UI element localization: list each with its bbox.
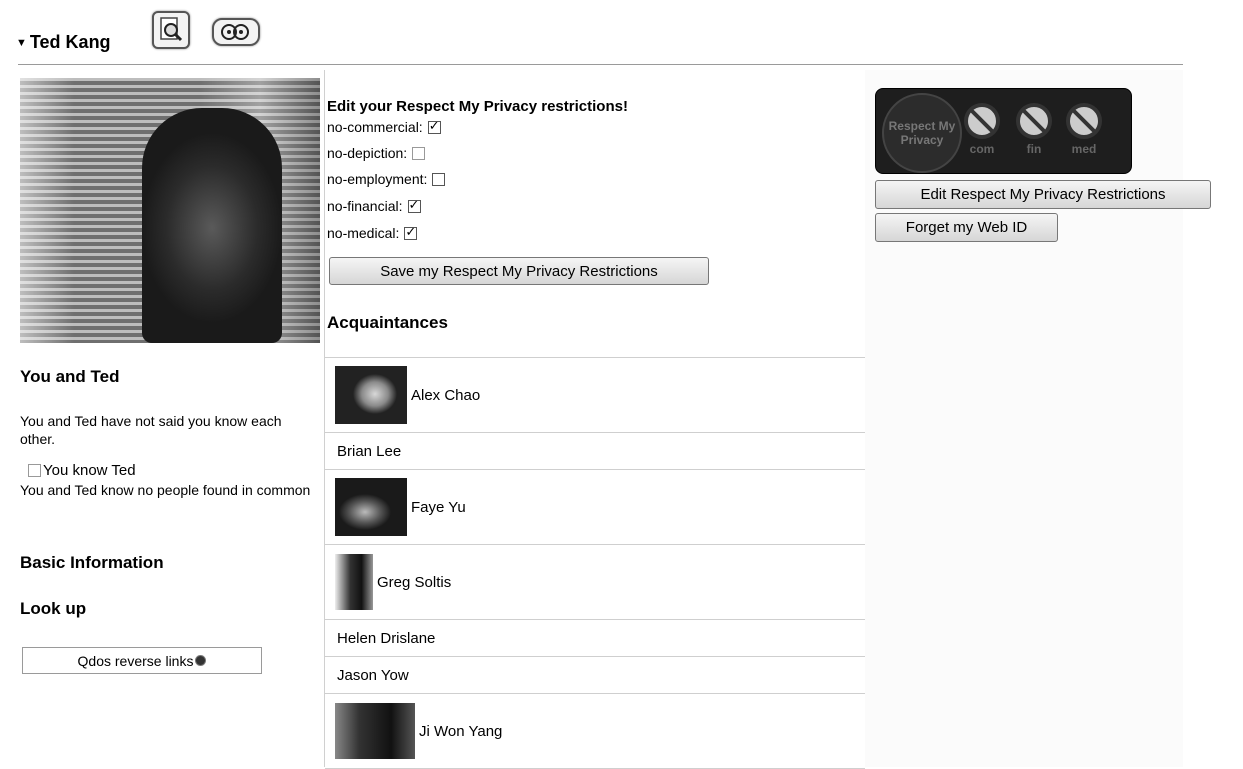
qdos-label: Qdos reverse links [77, 652, 194, 669]
collapse-triangle-icon[interactable]: ▼ [16, 37, 27, 49]
badge-symbol-label: med [1071, 142, 1097, 156]
header-divider [18, 64, 1183, 65]
you-know-row: You know Ted [28, 462, 136, 479]
restriction-label: no-depiction: [327, 145, 408, 161]
forget-web-id-button[interactable]: Forget my Web ID [875, 213, 1058, 242]
no-commercial-icon: com [960, 101, 1004, 156]
no-commercial-checkbox[interactable] [427, 119, 441, 135]
save-privacy-button[interactable]: Save my Respect My Privacy Restrictions [329, 257, 709, 285]
common-people-text: You and Ted know no people found in comm… [20, 482, 311, 498]
profile-title[interactable]: ▼ Ted Kang [16, 32, 111, 53]
acquaintance-name[interactable]: Greg Soltis [377, 574, 451, 591]
you-and-ted-heading: You and Ted [20, 367, 120, 386]
acquaintance-list: Alex Chao Brian Lee Faye Yu Greg Soltis … [325, 357, 865, 769]
magnifier-document-icon[interactable] [152, 11, 190, 49]
no-medical-icon: med [1062, 101, 1106, 156]
foaf-icon[interactable] [212, 18, 260, 46]
acquaintance-name[interactable]: Faye Yu [411, 499, 466, 516]
acquaintance-item[interactable]: Ji Won Yang [325, 694, 865, 769]
no-financial-icon: fin [1012, 101, 1056, 156]
badge-symbol-label: fin [1026, 142, 1042, 156]
no-medical-checkbox[interactable] [404, 225, 418, 241]
you-know-checkbox[interactable] [28, 464, 41, 477]
respect-my-privacy-badge: Respect My Privacy com fin med [875, 88, 1132, 174]
privacy-heading: Edit your Respect My Privacy restriction… [327, 98, 628, 115]
restriction-row: no-depiction: [327, 145, 426, 161]
no-employment-checkbox[interactable] [432, 173, 446, 186]
badge-symbol-label: com [969, 142, 995, 156]
basic-information-heading[interactable]: Basic Information [20, 553, 164, 573]
right-panel-background [865, 70, 1183, 767]
restriction-row: no-medical: [327, 225, 418, 241]
acquaintance-photo[interactable] [335, 703, 415, 759]
acquaintance-item[interactable]: Alex Chao [325, 358, 865, 433]
acquaintance-item[interactable]: Jason Yow [325, 657, 865, 694]
respect-my-privacy-logo: Respect My Privacy [882, 93, 962, 173]
acquaintance-item[interactable]: Brian Lee [325, 433, 865, 470]
person-name: Ted Kang [29, 32, 111, 52]
profile-header: ▼ Ted Kang [0, 0, 1243, 70]
acquaintance-item[interactable]: Helen Drislane [325, 620, 865, 657]
restriction-row: no-commercial: [327, 119, 441, 135]
restriction-label: no-employment: [327, 171, 428, 187]
acquaintance-photo[interactable] [335, 554, 373, 610]
acquaintance-item[interactable]: Greg Soltis [325, 545, 865, 620]
no-financial-checkbox[interactable] [407, 198, 421, 214]
no-depiction-checkbox[interactable] [412, 147, 426, 160]
restriction-label: no-financial: [327, 198, 403, 214]
acquaintance-photo[interactable] [335, 366, 407, 424]
you-know-label: You know Ted [43, 462, 136, 479]
look-up-heading[interactable]: Look up [20, 599, 86, 619]
right-column: Respect My Privacy com fin med Edit Resp… [865, 70, 1243, 767]
acquaintance-name[interactable]: Jason Yow [337, 667, 409, 684]
middle-column: Edit your Respect My Privacy restriction… [324, 70, 866, 769]
left-column: You and Ted You and Ted have not said yo… [18, 70, 324, 767]
acquaintance-photo[interactable] [335, 478, 407, 536]
restriction-row: no-financial: [327, 198, 421, 214]
edit-privacy-restrictions-button[interactable]: Edit Respect My Privacy Restrictions [875, 180, 1211, 209]
acquaintance-item[interactable]: Faye Yu [325, 470, 865, 545]
restriction-label: no-medical: [327, 225, 400, 241]
qdos-dot-icon [195, 655, 207, 666]
restriction-label: no-commercial: [327, 119, 423, 135]
acquaintance-name[interactable]: Brian Lee [337, 443, 401, 460]
relationship-text: You and Ted have not said you know each … [20, 413, 282, 447]
restriction-row: no-employment: [327, 171, 446, 187]
qdos-reverse-links-button[interactable]: Qdos reverse links [22, 647, 262, 674]
acquaintance-name[interactable]: Alex Chao [411, 387, 480, 404]
acquaintances-heading: Acquaintances [327, 313, 448, 332]
acquaintance-name[interactable]: Helen Drislane [337, 630, 435, 647]
acquaintance-name[interactable]: Ji Won Yang [419, 723, 502, 740]
profile-photo [20, 78, 320, 343]
